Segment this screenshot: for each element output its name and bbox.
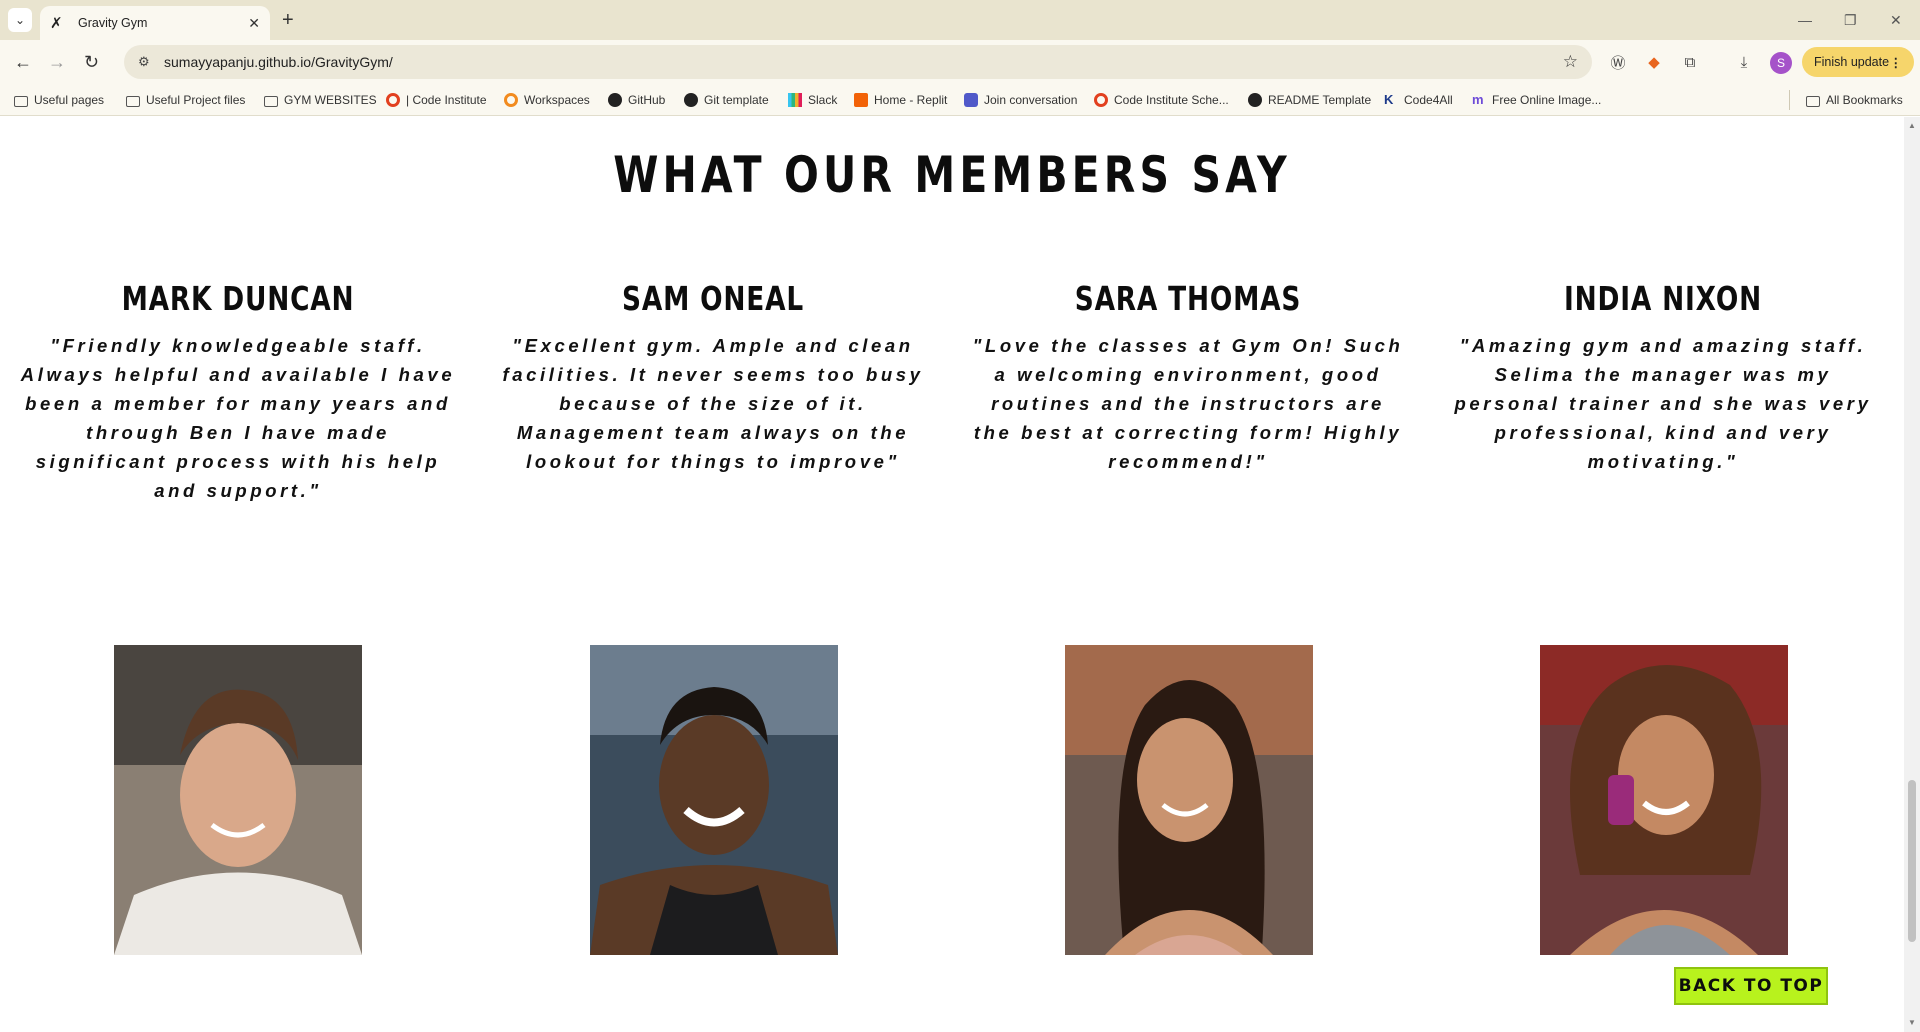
bookmark-item[interactable]: Slack xyxy=(788,92,837,108)
folder-icon xyxy=(126,95,140,107)
back-to-top-button[interactable]: BACK TO TOP xyxy=(1674,967,1828,1005)
bookmarks-divider xyxy=(1789,90,1790,110)
puzzle-extensions-icon[interactable]: ⧉ xyxy=(1680,52,1700,72)
finish-update-button[interactable]: Finish update ⋮ xyxy=(1802,47,1914,77)
bookmark-item[interactable]: Join conversation xyxy=(964,92,1077,108)
slack-icon xyxy=(788,93,802,107)
scroll-up-icon[interactable]: ▲ xyxy=(1908,121,1916,130)
tab-search-button[interactable]: ⌄ xyxy=(8,8,32,32)
code-institute-icon xyxy=(386,93,400,107)
back-icon[interactable]: ← xyxy=(14,50,32,74)
forward-icon[interactable]: → xyxy=(48,50,66,74)
bookmark-item[interactable]: GitHub xyxy=(608,92,665,108)
bookmark-item[interactable]: K Code4All xyxy=(1384,92,1453,108)
download-icon[interactable]: ⤓ xyxy=(1734,52,1754,72)
close-icon[interactable]: ✕ xyxy=(248,15,260,32)
member-photo xyxy=(1065,645,1313,955)
bookmark-item[interactable]: Useful Project files xyxy=(126,92,245,108)
tab-title: Gravity Gym xyxy=(78,16,148,30)
member-photo xyxy=(114,645,362,955)
tab-strip: ⌄ ✗ Gravity Gym ✕ + — ❐ ✕ xyxy=(0,0,1920,40)
address-bar[interactable]: ⚙ sumayyapanju.github.io/GravityGym/ ☆ xyxy=(124,45,1592,79)
member-name: SAM ONEAL xyxy=(622,279,804,318)
finish-update-label: Finish update xyxy=(1814,55,1890,69)
chevron-down-icon: ⌄ xyxy=(14,13,26,27)
member-quote: "Love the classes at Gym On! Such a welc… xyxy=(972,335,1404,472)
bookmark-item[interactable]: Workspaces xyxy=(504,92,590,108)
member-photo xyxy=(590,645,838,955)
scroll-down-icon[interactable]: ▼ xyxy=(1908,1018,1916,1027)
all-bookmarks-button[interactable]: All Bookmarks xyxy=(1806,92,1903,108)
bookmark-item[interactable]: README Template xyxy=(1248,92,1371,108)
restore-icon[interactable]: ❐ xyxy=(1844,8,1857,32)
github-icon xyxy=(684,93,698,107)
member-name: MARK DUNCAN xyxy=(121,279,355,318)
bookmark-item[interactable]: m Free Online Image... xyxy=(1472,92,1601,108)
teams-icon xyxy=(964,93,978,107)
workspaces-icon xyxy=(504,93,518,107)
bookmarks-bar: Useful pages Useful Project files GYM WE… xyxy=(0,84,1920,116)
folder-icon xyxy=(1806,95,1820,107)
section-title: WHAT OUR MEMBERS SAY xyxy=(613,146,1291,204)
site-info-icon[interactable]: ⚙ xyxy=(138,54,164,70)
dumbbell-favicon-icon: ✗ xyxy=(50,15,63,32)
page-viewport: WHAT OUR MEMBERS SAY MARK DUNCAN "Friend… xyxy=(0,117,1904,1032)
extension-icon[interactable]: ◆ xyxy=(1644,52,1664,72)
member-name: INDIA NIXON xyxy=(1564,279,1762,318)
folder-icon xyxy=(264,95,278,107)
github-icon xyxy=(1248,93,1262,107)
wordpress-extension-icon[interactable]: Ⓦ xyxy=(1608,52,1628,72)
url-text[interactable]: sumayyapanju.github.io/GravityGym/ xyxy=(164,54,1563,70)
close-window-icon[interactable]: ✕ xyxy=(1890,8,1902,32)
page-scrollbar[interactable]: ▲ ▼ xyxy=(1904,117,1920,1032)
bookmark-item[interactable]: Code Institute Sche... xyxy=(1094,92,1229,108)
scrollbar-thumb[interactable] xyxy=(1908,780,1916,942)
image-icon: m xyxy=(1472,92,1484,107)
code4all-icon: K xyxy=(1384,92,1394,107)
testimonial-card: SAM ONEAL "Excellent gym. Ample and clea… xyxy=(478,279,948,476)
member-photo xyxy=(1540,645,1788,955)
minimize-icon[interactable]: — xyxy=(1798,8,1812,32)
code-institute-icon xyxy=(1094,93,1108,107)
bookmark-item[interactable]: Useful pages xyxy=(14,92,104,108)
testimonial-card: INDIA NIXON "Amazing gym and amazing sta… xyxy=(1428,279,1898,476)
member-quote: "Friendly knowledgeable staff. Always he… xyxy=(20,335,456,501)
tab-gravity-gym[interactable]: ✗ Gravity Gym ✕ xyxy=(40,6,270,40)
folder-icon xyxy=(14,95,28,107)
testimonial-card: SARA THOMAS "Love the classes at Gym On!… xyxy=(953,279,1423,476)
member-quote: "Excellent gym. Ample and clean faciliti… xyxy=(502,335,924,472)
bookmark-item[interactable]: GYM WEBSITES xyxy=(264,92,377,108)
replit-icon xyxy=(854,93,868,107)
bookmark-item[interactable]: | Code Institute xyxy=(386,92,487,108)
testimonial-card: MARK DUNCAN "Friendly knowledgeable staf… xyxy=(3,279,473,505)
more-menu-icon: ⋮ xyxy=(1889,55,1903,70)
browser-toolbar: ← → ↻ ⚙ sumayyapanju.github.io/GravityGy… xyxy=(0,40,1920,84)
bookmark-item[interactable]: Git template xyxy=(684,92,769,108)
bookmark-item[interactable]: Home - Replit xyxy=(854,92,947,108)
github-icon xyxy=(608,93,622,107)
profile-avatar[interactable]: S xyxy=(1770,52,1792,74)
member-quote: "Amazing gym and amazing staff. Selima t… xyxy=(1454,335,1872,472)
bookmark-star-icon[interactable]: ☆ xyxy=(1563,52,1578,72)
member-name: SARA THOMAS xyxy=(1074,279,1302,318)
new-tab-button[interactable]: + xyxy=(282,8,294,32)
reload-icon[interactable]: ↻ xyxy=(84,50,99,74)
